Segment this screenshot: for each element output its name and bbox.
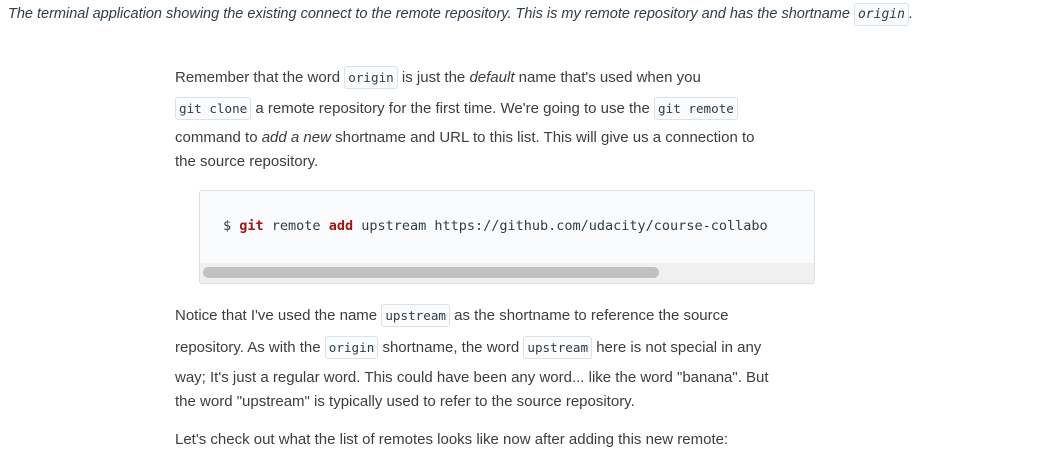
inline-code-origin: origin [344, 66, 398, 89]
p1-line-3: command to add a new shortname and URL t… [175, 129, 755, 146]
inline-code-upstream-2: upstream [523, 336, 593, 359]
p1-line-2: git clone a remote repository for the fi… [175, 95, 845, 126]
paragraph-origin-explanation: Remember that the word origin is just th… [175, 64, 845, 174]
scrollbar-thumb[interactable] [203, 267, 659, 278]
caption-end: . [908, 6, 913, 22]
p1-line-1: Remember that the word origin is just th… [175, 64, 845, 95]
emphasis-add-a-new: add a new [261, 129, 331, 146]
paragraph-check-remotes: Let's check out what the list of remotes… [175, 431, 729, 448]
caption-text: The terminal application showing the exi… [8, 6, 854, 22]
paragraph-upstream-explanation: Notice that I've used the name upstream … [175, 302, 845, 414]
p2-line-3: way; It's just a regular word. This coul… [175, 369, 769, 386]
p2-line-2: repository. As with the origin shortname… [175, 334, 845, 366]
inline-code-git-remote: git remote [654, 97, 738, 120]
inline-code-upstream: upstream [381, 304, 450, 327]
image-caption: The terminal application showing the exi… [8, 3, 913, 26]
p1-line-4: the source repository. [175, 153, 319, 170]
emphasis-default: default [469, 69, 515, 86]
p2-line-4: the word "upstream" is typically used to… [175, 393, 635, 410]
code-keyword-git: git [239, 218, 264, 234]
caption-code-origin: origin [853, 3, 909, 26]
code-keyword-add: add [328, 218, 354, 234]
p2-line-1: Notice that I've used the name upstream … [175, 302, 845, 334]
inline-code-git-clone: git clone [175, 97, 252, 120]
code-block[interactable]: $ git remote add upstream https://github… [199, 190, 815, 284]
code-line: $ git remote add upstream https://github… [223, 218, 768, 234]
inline-code-origin-2: origin [324, 336, 379, 359]
